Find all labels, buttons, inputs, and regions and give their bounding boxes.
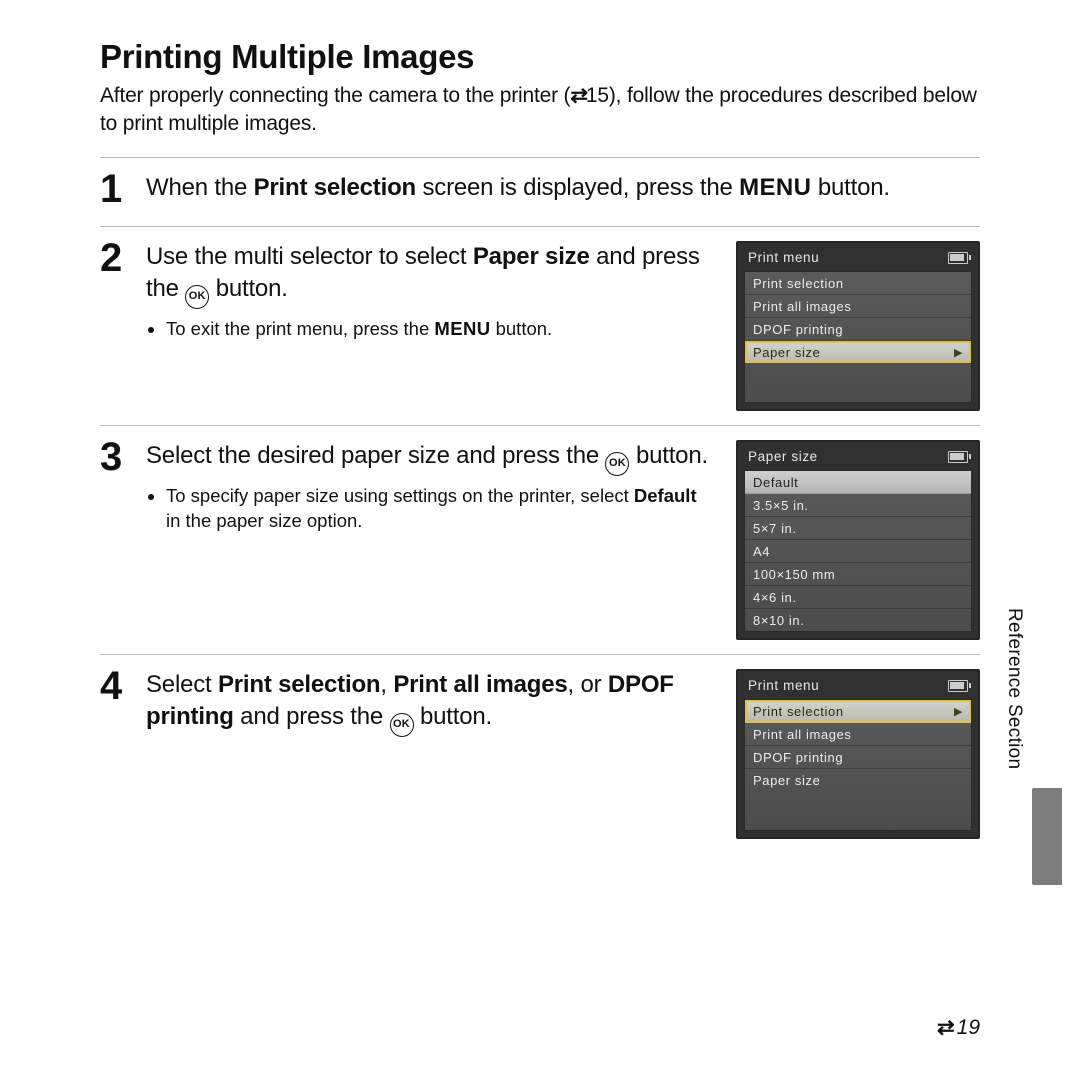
lcd-paper-size: Paper size Default 3.5×5 in. 5×7 in. A4 … <box>736 440 980 640</box>
ok-button-icon: OK <box>185 285 209 309</box>
page-title: Printing Multiple Images <box>100 38 980 76</box>
chevron-right-icon: ▶ <box>954 346 963 359</box>
lcd3-item: DPOF printing <box>745 746 971 769</box>
lcd3-title: Print menu <box>748 678 819 693</box>
step-2: 2 Use the multi selector to select Paper… <box>100 226 980 425</box>
lcd2-item: 5×7 in. <box>745 517 971 540</box>
ref-glyph-icon: ⇄ <box>937 1015 953 1040</box>
lcd1-item: Print selection <box>745 272 971 295</box>
step-4: 4 Select Print selection, Print all imag… <box>100 654 980 853</box>
lcd1-item-selected: Paper size ▶ <box>745 341 971 363</box>
step-4-text: Select Print selection, Print all images… <box>146 669 712 737</box>
step-1: 1 When the Print selection screen is dis… <box>100 157 980 226</box>
intro-pre: After properly connecting the camera to … <box>100 84 570 107</box>
page-number: ⇄19 <box>937 1015 980 1040</box>
step-2-subnotes: To exit the print menu, press the MENU b… <box>146 317 712 342</box>
section-tab-label: Reference Section <box>1003 608 1025 769</box>
ref-glyph: ⇄ <box>570 84 586 107</box>
lcd2-item: 8×10 in. <box>745 609 971 631</box>
lcd-print-menu-printselection: Print menu Print selection ▶ Print all i… <box>736 669 980 839</box>
page-edge-tab <box>1032 788 1062 885</box>
step-3-number: 3 <box>100 436 136 478</box>
lcd3-item-selected: Print selection ▶ <box>745 700 971 723</box>
step-2-text: Use the multi selector to select Paper s… <box>146 241 712 309</box>
step-1-number: 1 <box>100 168 136 210</box>
lcd1-item: Print all images <box>745 295 971 318</box>
step-4-number: 4 <box>100 665 136 707</box>
lcd2-item: A4 <box>745 540 971 563</box>
menu-word: MENU <box>739 174 811 201</box>
battery-icon <box>948 680 968 692</box>
intro-paragraph: After properly connecting the camera to … <box>100 82 980 139</box>
step-1-text: When the Print selection screen is displ… <box>146 172 980 204</box>
intro-refnum: 15 <box>586 84 609 107</box>
lcd2-item-selected: Default <box>745 471 971 494</box>
lcd3-item: Print all images <box>745 723 971 746</box>
battery-icon <box>948 451 968 463</box>
ok-button-icon: OK <box>390 713 414 737</box>
lcd3-item: Paper size <box>745 769 971 791</box>
step-3: 3 Select the desired paper size and pres… <box>100 425 980 654</box>
lcd1-title: Print menu <box>748 250 819 265</box>
ok-button-icon: OK <box>605 452 629 476</box>
lcd2-item: 4×6 in. <box>745 586 971 609</box>
menu-word: MENU <box>434 318 490 339</box>
lcd1-item: DPOF printing <box>745 318 971 341</box>
chevron-right-icon: ▶ <box>954 705 963 718</box>
step-3-subnotes: To specify paper size using settings on … <box>146 484 712 534</box>
lcd2-item: 3.5×5 in. <box>745 494 971 517</box>
step-3-text: Select the desired paper size and press … <box>146 440 712 476</box>
lcd-print-menu-papersize: Print menu Print selection Print all ima… <box>736 241 980 411</box>
step-2-number: 2 <box>100 237 136 279</box>
lcd2-title: Paper size <box>748 449 818 464</box>
page-number-value: 19 <box>957 1016 980 1040</box>
lcd2-item: 100×150 mm <box>745 563 971 586</box>
battery-icon <box>948 252 968 264</box>
